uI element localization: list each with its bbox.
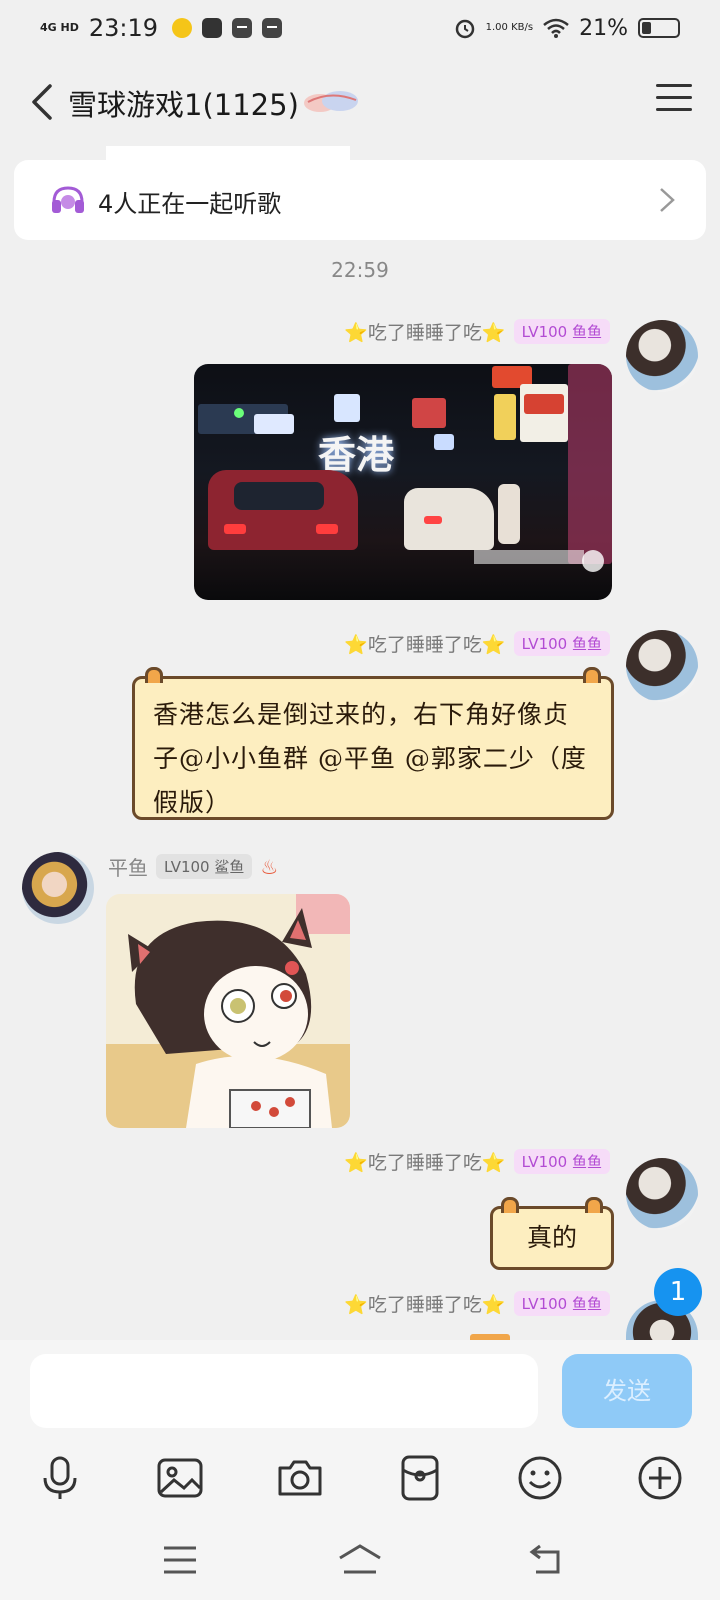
avatar[interactable]: [22, 852, 94, 924]
cat-girl-sticker: [106, 894, 350, 1128]
text-message-bubble[interactable]: 真的: [490, 1197, 614, 1270]
signal-indicator: 4G HD: [40, 21, 79, 34]
camera-switch-icon: [582, 550, 604, 572]
level-badge: LV100 鱼鱼: [513, 319, 610, 344]
sender-name: 平鱼: [108, 856, 148, 880]
wifi-icon: [543, 18, 569, 38]
plus-icon[interactable]: [634, 1452, 686, 1504]
image-message-sticker[interactable]: [106, 894, 350, 1128]
group-badge-icon: [304, 91, 358, 112]
clock: 23:19: [88, 14, 159, 42]
home-icon[interactable]: [336, 1540, 384, 1580]
unread-count-badge[interactable]: 1: [654, 1268, 702, 1316]
red-packet-icon[interactable]: [394, 1452, 446, 1504]
menu-icon[interactable]: [656, 84, 692, 116]
text-message-bubble[interactable]: 香港怎么是倒过来的，右下角好像贞子@小小鱼群 @平鱼 @郭家二少（度假版）: [132, 667, 614, 820]
image-icon[interactable]: [154, 1452, 206, 1504]
microphone-icon[interactable]: [34, 1452, 86, 1504]
back-arrow-icon[interactable]: [24, 80, 64, 124]
status-bar: 4G HD 23:19 1.00 KB/s 21%: [0, 0, 720, 56]
group-title[interactable]: 雪球游戏1(1125): [68, 82, 299, 124]
flame-icon: ♨: [260, 854, 279, 879]
avatar[interactable]: [626, 1158, 698, 1230]
listen-together-icon: [52, 186, 84, 213]
level-badge: LV100 鱼鱼: [513, 1149, 610, 1174]
avatar[interactable]: [626, 320, 698, 392]
sender-meta: ⭐吃了睡睡了吃⭐ LV100 鱼鱼: [344, 318, 610, 345]
level-badge: LV100 鱼鱼: [513, 631, 610, 656]
card-notification-icon: [232, 18, 253, 38]
app-notification-icon: [202, 18, 223, 38]
message-text: 香港怎么是倒过来的，右下角好像贞子@小小鱼群 @平鱼 @郭家二少（度假版）: [153, 700, 587, 817]
message-text: 真的: [526, 1223, 577, 1252]
sender-name: ⭐吃了睡睡了吃⭐: [344, 322, 506, 344]
network-speed: 1.00 KB/s: [485, 22, 534, 33]
sender-meta: 平鱼 LV100 鲨鱼 ♨: [108, 852, 278, 881]
sender-name: ⭐吃了睡睡了吃⭐: [344, 1152, 506, 1174]
qq-notification-icon: [172, 18, 193, 38]
listen-together-banner[interactable]: 4人正在一起听歌: [14, 160, 706, 240]
battery-icon: [638, 18, 680, 38]
video-tip: [474, 550, 584, 564]
listen-together-text: 4人正在一起听歌: [98, 190, 282, 218]
level-badge: LV100 鱼鱼: [513, 1291, 610, 1316]
message-input[interactable]: [30, 1354, 538, 1428]
system-nav-bar: [0, 1528, 720, 1588]
send-button[interactable]: 发送: [562, 1354, 692, 1428]
battery-percent: 21%: [579, 15, 628, 41]
input-toolbar: [0, 1452, 720, 1516]
avatar[interactable]: [626, 630, 698, 702]
chevron-right-icon: [660, 188, 675, 212]
recent-apps-icon[interactable]: [160, 1540, 200, 1580]
timestamp: 22:59: [331, 258, 389, 282]
sender-meta: ⭐吃了睡睡了吃⭐ LV100 鱼鱼: [344, 1148, 610, 1175]
chat-header: 雪球游戏1(1125): [0, 56, 720, 146]
back-nav-icon[interactable]: [528, 1540, 568, 1580]
card-notification-icon-2: [262, 18, 283, 38]
sender-meta: ⭐吃了睡睡了吃⭐ LV100 鱼鱼: [344, 1290, 610, 1317]
sender-meta: ⭐吃了睡睡了吃⭐ LV100 鱼鱼: [344, 630, 610, 657]
image-message-hongkong[interactable]: 香港: [194, 364, 612, 600]
level-badge: LV100 鲨鱼: [156, 854, 253, 879]
camera-icon[interactable]: [274, 1452, 326, 1504]
alarm-icon: [455, 19, 474, 39]
emoji-icon[interactable]: [514, 1452, 566, 1504]
sender-name: ⭐吃了睡睡了吃⭐: [344, 634, 506, 656]
sender-name: ⭐吃了睡睡了吃⭐: [344, 1294, 506, 1316]
